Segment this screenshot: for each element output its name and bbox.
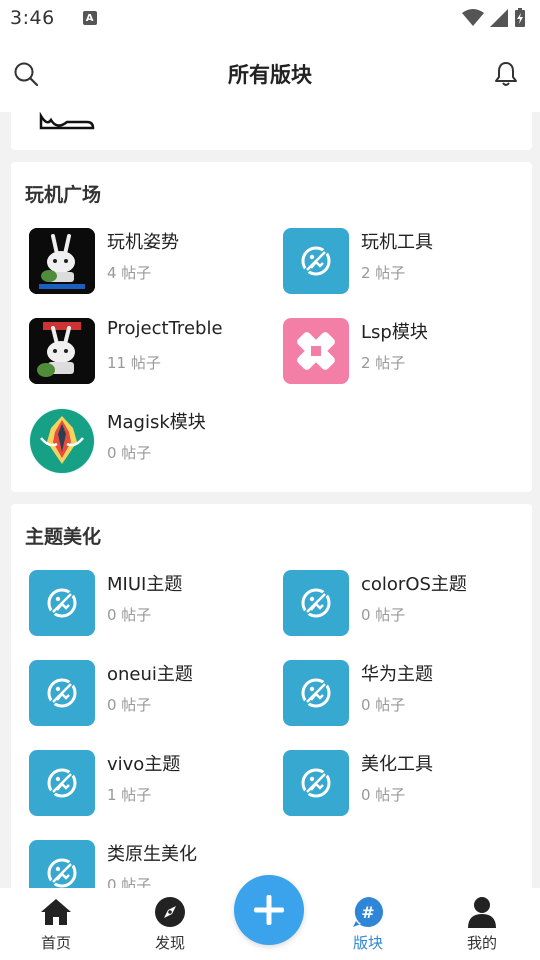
- nav-label: 发现: [154, 934, 185, 952]
- status-time: 3:46: [10, 7, 55, 29]
- battery-icon: [515, 8, 525, 27]
- forum-item[interactable]: MIUI主题 0 帖子: [29, 570, 279, 638]
- sections-list[interactable]: 玩机广场 玩机姿势 4 帖子 玩机工具 2 帖子 ProjectTreble 1…: [0, 112, 540, 888]
- forum-item-count: 2 帖子: [361, 354, 406, 372]
- status-bar: 3:46 A: [0, 0, 540, 36]
- bandage-icon: [283, 318, 349, 384]
- rabbit-soldier-icon: [29, 318, 95, 384]
- forum-item-count: 0 帖子: [361, 606, 406, 624]
- forum-item-count: 0 帖子: [107, 606, 152, 624]
- magisk-mask-icon: [29, 408, 95, 474]
- forum-item-count: 0 帖子: [107, 696, 152, 714]
- hashtag-icon: #: [352, 896, 384, 928]
- forum-item[interactable]: colorOS主题 0 帖子: [283, 570, 533, 638]
- broken-image-icon: [283, 228, 349, 294]
- home-icon: [40, 896, 72, 928]
- plus-icon: [254, 895, 284, 925]
- forum-item[interactable]: 玩机工具 2 帖子: [283, 228, 533, 296]
- svg-text:#: #: [361, 903, 374, 922]
- compass-icon: [154, 896, 186, 928]
- forum-item-count: 2 帖子: [361, 264, 406, 282]
- nav-label: 版块: [352, 934, 383, 952]
- nav-item-discover[interactable]: 发现: [120, 888, 220, 960]
- section-title: 主题美化: [25, 526, 102, 548]
- forum-item-count: 0 帖子: [361, 696, 406, 714]
- page-title: 所有版块: [228, 63, 312, 87]
- accessibility-icon: A: [82, 11, 97, 25]
- forum-item[interactable]: 美化工具 0 帖子: [283, 750, 533, 818]
- forum-item[interactable]: Magisk模块 0 帖子: [29, 408, 279, 476]
- forum-item-name: 类原生美化: [107, 844, 197, 865]
- forum-item[interactable]: 玩机姿势 4 帖子: [29, 228, 279, 296]
- search-button[interactable]: [12, 60, 40, 88]
- nav-item-home[interactable]: 首页: [6, 888, 106, 960]
- new-post-button[interactable]: [234, 875, 304, 945]
- broken-image-icon: [29, 570, 95, 636]
- app-bar: 所有版块: [0, 36, 540, 112]
- forum-item-name: colorOS主题: [361, 574, 467, 595]
- forum-item-name: MIUI主题: [107, 574, 183, 595]
- signal-icon: [490, 9, 508, 27]
- nav-label: 我的: [466, 934, 497, 952]
- forum-item-name: ProjectTreble: [107, 318, 223, 339]
- forum-item-name: 美化工具: [361, 754, 433, 775]
- forum-item[interactable]: vivo主题 1 帖子: [29, 750, 279, 818]
- forum-item-count: 4 帖子: [107, 264, 152, 282]
- forum-item-count: 0 帖子: [107, 876, 152, 888]
- forum-item[interactable]: 类原生美化 0 帖子: [29, 840, 279, 888]
- section-card-theme: 主题美化 MIUI主题 0 帖子 colorOS主题 0 帖子 oneui主题 …: [11, 504, 532, 888]
- section-title: 玩机广场: [25, 184, 102, 206]
- wifi-icon: [462, 9, 484, 26]
- rabbit-fastboot-icon: [29, 228, 95, 294]
- nav-item-me[interactable]: 我的: [432, 888, 532, 960]
- search-icon: [14, 62, 39, 87]
- forum-item-count: 1 帖子: [107, 786, 152, 804]
- forum-item[interactable]: 华为主题 0 帖子: [283, 660, 533, 728]
- status-icons: [462, 8, 526, 28]
- forum-item-name: 玩机姿势: [107, 232, 179, 253]
- broken-image-icon: [283, 660, 349, 726]
- forum-item-count: 0 帖子: [107, 444, 152, 462]
- bell-icon: [495, 62, 517, 86]
- forum-item-count: 11 帖子: [107, 354, 161, 372]
- section-card-wanji: 玩机广场 玩机姿势 4 帖子 玩机工具 2 帖子 ProjectTreble 1…: [11, 162, 532, 492]
- broken-image-icon: [283, 750, 349, 816]
- forum-item[interactable]: oneui主题 0 帖子: [29, 660, 279, 728]
- forum-item-name: 华为主题: [361, 664, 433, 685]
- forum-item-name: oneui主题: [107, 664, 193, 685]
- nav-label: 首页: [40, 934, 71, 952]
- forum-item-count: 0 帖子: [361, 786, 406, 804]
- forum-item[interactable]: ProjectTreble 11 帖子: [29, 318, 279, 386]
- forum-item[interactable]: Lsp模块 2 帖子: [283, 318, 533, 386]
- broken-image-icon: [29, 750, 95, 816]
- forum-item-name: vivo主题: [107, 754, 181, 775]
- nav-item-sections[interactable]: # 版块: [318, 888, 418, 960]
- forum-item-name: 玩机工具: [361, 232, 433, 253]
- previous-section-card: [11, 112, 532, 150]
- forum-item-name: Lsp模块: [361, 322, 428, 343]
- broken-image-icon: [29, 840, 95, 888]
- forum-item-name: Magisk模块: [107, 412, 206, 433]
- person-icon: [466, 896, 498, 928]
- partial-section-icon: [39, 112, 95, 130]
- notification-button[interactable]: [492, 60, 520, 88]
- broken-image-icon: [29, 660, 95, 726]
- broken-image-icon: [283, 570, 349, 636]
